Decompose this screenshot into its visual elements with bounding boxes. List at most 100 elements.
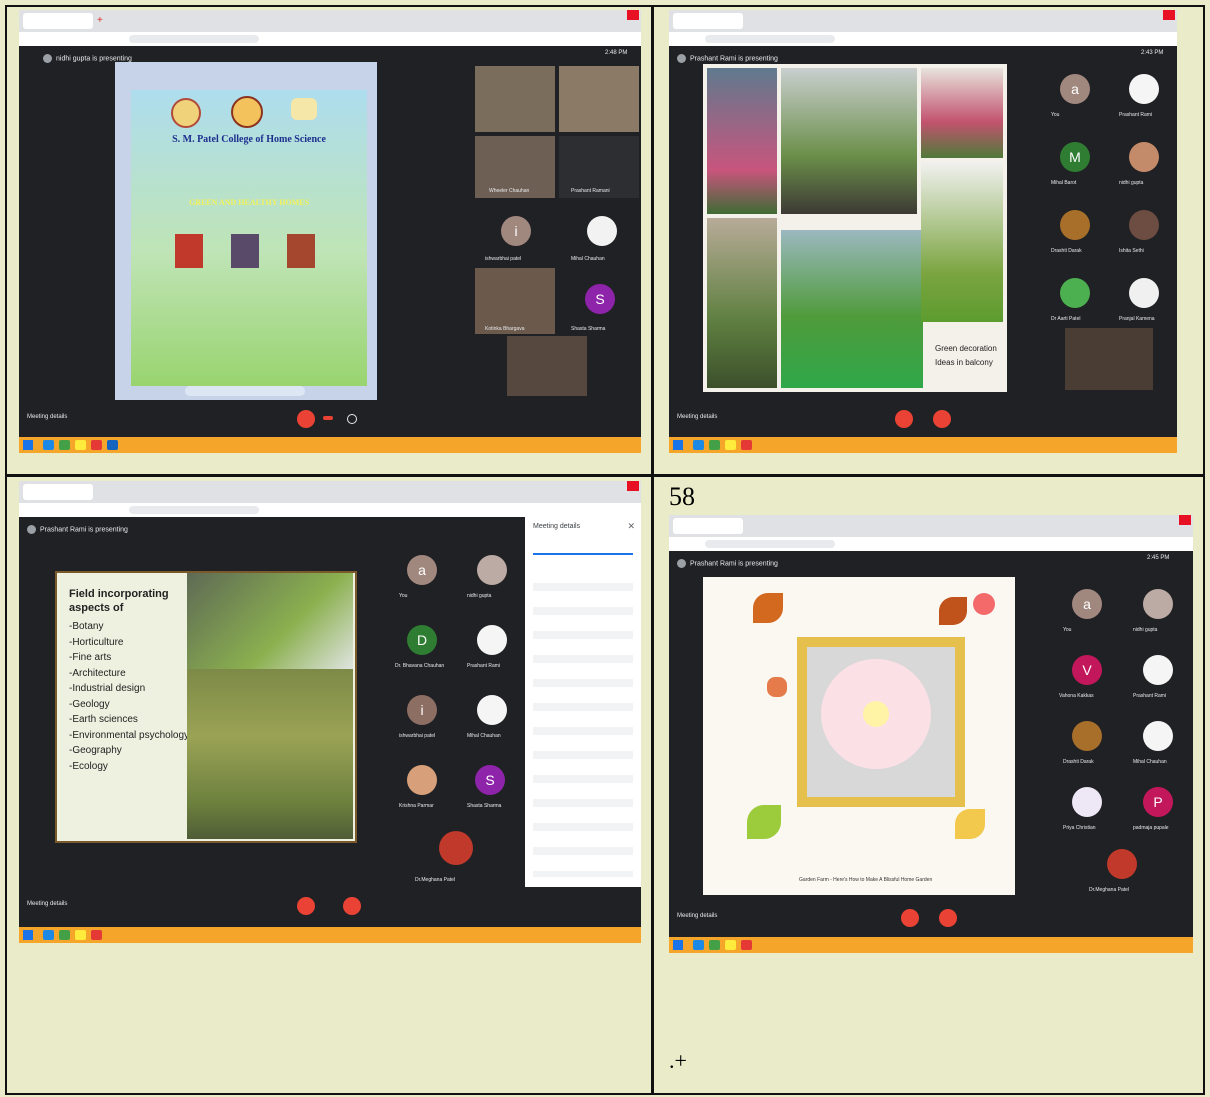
taskbar-app-icon[interactable] (741, 440, 752, 450)
start-icon[interactable] (673, 440, 683, 450)
avatar (1129, 74, 1159, 104)
taskbar-app-icon[interactable] (107, 440, 118, 450)
end-call-button[interactable] (343, 897, 361, 915)
taskbar-app-icon[interactable] (741, 940, 752, 950)
close-window-icon[interactable] (627, 481, 639, 491)
avatar (1143, 655, 1173, 685)
participant-name: Dr.Meghana Patel (415, 877, 456, 883)
participant-name: Vahona Kakkas (1059, 693, 1094, 699)
taskbar-app-icon[interactable] (709, 440, 720, 450)
avatar (1143, 721, 1173, 751)
participant-name: Mihal Barot (1051, 180, 1077, 186)
meeting-toolbar: Meeting details (669, 899, 1193, 937)
browser-tab[interactable] (23, 13, 93, 29)
start-icon[interactable] (23, 440, 33, 450)
panel-tabs[interactable] (533, 545, 633, 555)
browser-tab[interactable] (673, 13, 743, 29)
meeting-details-link[interactable]: Meeting details (677, 913, 717, 919)
mic-off-button[interactable] (297, 410, 315, 428)
end-call-button[interactable] (323, 416, 333, 420)
speaker-photo-1 (175, 234, 203, 268)
meeting-details-panel: Meeting details ✕ (525, 515, 641, 887)
new-tab-icon[interactable]: + (97, 15, 103, 26)
close-window-icon[interactable] (1163, 10, 1175, 20)
slide-photo (781, 68, 917, 214)
start-icon[interactable] (673, 940, 683, 950)
avatar (1129, 142, 1159, 172)
taskbar-app-icon[interactable] (693, 940, 704, 950)
browser-tabbar (669, 515, 1193, 537)
viewer-controls[interactable] (185, 386, 305, 396)
address-bar[interactable] (669, 32, 1177, 46)
meeting-details-link[interactable]: Meeting details (27, 414, 67, 420)
end-call-button[interactable] (933, 410, 951, 428)
butterfly-icon (767, 677, 787, 697)
start-icon[interactable] (23, 930, 33, 940)
table-divider-vertical (651, 5, 654, 1095)
leaf-icon (939, 597, 967, 625)
participant-name: Dr. Bhavana Chauhan (395, 663, 445, 669)
list-item: -Geology (69, 698, 110, 710)
avatar (477, 625, 507, 655)
avatar (1129, 210, 1159, 240)
browser-tab[interactable] (673, 518, 743, 534)
meeting-details-link[interactable]: Meeting details (677, 414, 717, 420)
taskbar-app-icon[interactable] (91, 440, 102, 450)
taskbar-app-icon[interactable] (59, 440, 70, 450)
slide-caption: Green decoration (935, 344, 997, 353)
close-window-icon[interactable] (627, 10, 639, 20)
participant-name: Pranjal Kamena (1119, 316, 1155, 322)
avatar (1060, 210, 1090, 240)
avatar: a (1060, 74, 1090, 104)
taskbar-app-icon[interactable] (59, 930, 70, 940)
taskbar-app-icon[interactable] (725, 940, 736, 950)
taskbar-app-icon[interactable] (693, 440, 704, 450)
avatar: P (1143, 787, 1173, 817)
participant-name: You (1063, 627, 1072, 633)
participant-video (475, 66, 555, 132)
avatar: D (407, 625, 437, 655)
camera-button[interactable] (347, 414, 357, 424)
taskbar-app-icon[interactable] (43, 440, 54, 450)
meet-screenshot-1: + nidhi gupta is presenting 2:48 PM S. M… (19, 10, 641, 453)
avatar (677, 559, 686, 568)
mic-off-button[interactable] (297, 897, 315, 915)
participant-name: Shasta Sharma (571, 326, 606, 332)
college-title: S. M. Patel College of Home Science (172, 134, 326, 145)
participant-name: Prashant Rami (1133, 693, 1167, 699)
browser-tab[interactable] (23, 484, 93, 500)
participant-name: Wheeler Chauhan (489, 188, 530, 194)
address-bar[interactable] (19, 32, 641, 46)
taskbar-app-icon[interactable] (725, 440, 736, 450)
mic-off-button[interactable] (895, 410, 913, 428)
avatar (677, 54, 686, 63)
participant-name: Ishita Sethi (1119, 248, 1144, 254)
list-item: -Horticulture (69, 636, 124, 648)
mic-off-button[interactable] (901, 909, 919, 927)
meeting-details-link[interactable]: Meeting details (27, 901, 67, 907)
slide-title: Field incorporating aspects of (69, 588, 169, 614)
avatar (1107, 849, 1137, 879)
balcony-slide: Green decoration Ideas in balcony (703, 64, 1007, 392)
taskbar-app-icon[interactable] (709, 940, 720, 950)
slide-photo (921, 162, 1003, 322)
slide-photo (187, 573, 353, 669)
participant-name: Mihal Chauhan (467, 733, 501, 739)
clock-label: 2:48 PM (605, 50, 628, 56)
close-icon[interactable]: ✕ (627, 521, 635, 532)
participant-video (559, 66, 639, 132)
taskbar-app-icon[interactable] (91, 930, 102, 940)
taskbar-app-icon[interactable] (75, 930, 86, 940)
end-call-button[interactable] (939, 909, 957, 927)
slide-photo (707, 68, 777, 214)
address-bar[interactable] (669, 537, 1193, 551)
close-window-icon[interactable] (1179, 515, 1191, 525)
meet-screenshot-3: Prashant Rami is presenting Field incorp… (19, 481, 641, 943)
people-list (533, 567, 633, 877)
slide-photo (781, 230, 923, 388)
logo-2 (231, 96, 263, 128)
taskbar-app-icon[interactable] (75, 440, 86, 450)
windows-taskbar (669, 437, 1177, 453)
taskbar-app-icon[interactable] (43, 930, 54, 940)
participant-name: ishwarbhai patel (485, 256, 522, 262)
